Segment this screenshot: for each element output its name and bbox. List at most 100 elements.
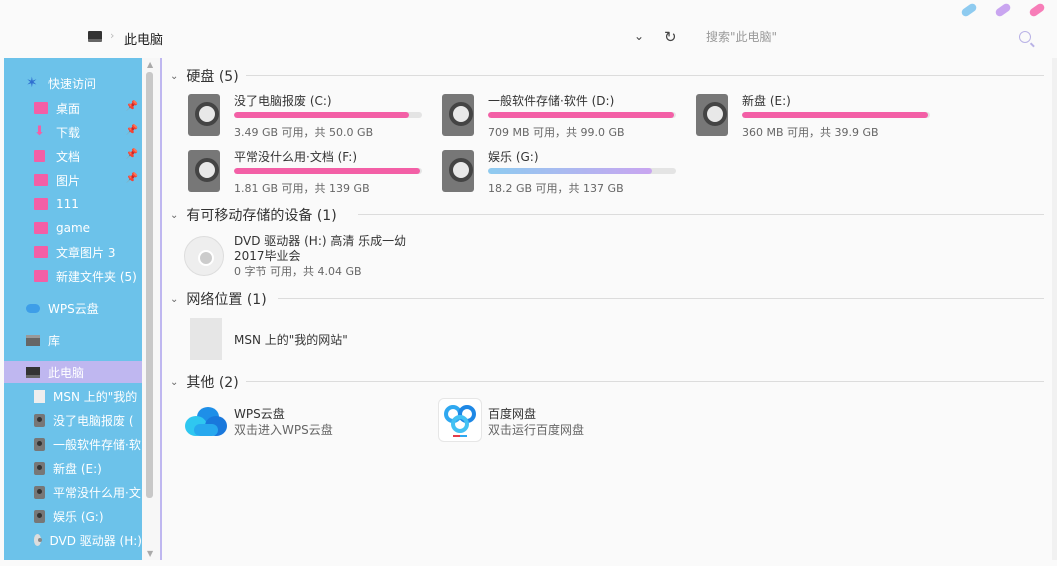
baidu-netdisk-name[interactable]: 百度网盘 [488, 405, 536, 422]
scrollbar-thumb[interactable] [146, 72, 153, 498]
drive-space-text: 709 MB 可用，共 99.0 GB [488, 126, 625, 139]
group-header-hard-disks[interactable]: ⌄ 硬盘 (5) [170, 66, 239, 86]
drive-tile-d[interactable]: 一般软件存储·软件 (D:) 709 MB 可用，共 99.0 GB [442, 92, 692, 142]
sidebar-scrollbar[interactable]: ▲ ▼ [142, 58, 160, 560]
sidebar-item-msn-site[interactable]: MSN 上的"我的 [4, 385, 142, 407]
drive-tile-e[interactable]: 新盘 (E:) 360 MB 可用，共 39.9 GB [696, 92, 946, 142]
chevron-down-icon: ⌄ [170, 209, 179, 221]
sidebar-item-drive-g[interactable]: 娱乐 (G:) [4, 505, 142, 527]
drive-name: 没了电脑报废 (C:) [234, 94, 332, 108]
sidebar-item-game[interactable]: game [4, 217, 142, 239]
sidebar-item-drive-e[interactable]: 新盘 (E:) [4, 457, 142, 479]
wps-cloud-icon[interactable] [184, 404, 228, 440]
sidebar-item-label: 新建文件夹 (5) [56, 269, 137, 284]
group-divider [278, 298, 1044, 299]
maximize-button[interactable] [994, 2, 1012, 18]
drive-name: 新盘 (E:) [742, 94, 791, 108]
sidebar-item-label: 快速访问 [48, 76, 97, 91]
drive-usage-bar [234, 112, 422, 118]
document-icon [34, 389, 45, 403]
drive-name: 娱乐 (G:) [488, 150, 539, 164]
pin-icon[interactable]: 📌 [126, 101, 138, 112]
sidebar-item-this-pc[interactable]: 此电脑 [4, 361, 142, 383]
sidebar-item-drive-c[interactable]: 没了电脑报废 ( [4, 409, 142, 431]
pin-icon[interactable]: 📌 [126, 149, 138, 160]
group-divider [246, 75, 1044, 76]
dvd-drive-icon[interactable] [184, 236, 224, 276]
sidebar-item-111[interactable]: 111 [4, 193, 142, 215]
window-controls [960, 2, 1046, 18]
search-icon[interactable] [1019, 31, 1031, 43]
group-title: 其他 (2) [186, 375, 239, 391]
sidebar-item-library[interactable]: 库 [4, 329, 142, 351]
document-icon [34, 150, 45, 162]
sidebar-item-drive-f[interactable]: 平常没什么用·文 [4, 481, 142, 503]
drive-space-text: 1.81 GB 可用，共 139 GB [234, 182, 370, 195]
sidebar-item-pictures[interactable]: 图片 📌 [4, 169, 142, 191]
sidebar-item-label: 下载 [56, 125, 81, 140]
sidebar-item-label: 文档 [56, 149, 81, 164]
close-button[interactable] [1028, 2, 1046, 18]
sidebar-item-documents[interactable]: 文档 📌 [4, 145, 142, 167]
sidebar-item-downloads[interactable]: ⬇ 下载 📌 [4, 121, 142, 143]
minimize-button[interactable] [960, 2, 978, 18]
computer-icon [88, 31, 102, 42]
sidebar-item-article-pictures[interactable]: 文章图片 3 [4, 241, 142, 263]
folder-icon [34, 102, 48, 114]
sidebar-item-label: 一般软件存储·软 [53, 437, 141, 452]
drive-space-text: 18.2 GB 可用，共 137 GB [488, 182, 624, 195]
sidebar-item-label: 此电脑 [48, 365, 85, 380]
sidebar-item-dvd-drive[interactable]: DVD 驱动器 (H:) [4, 529, 142, 551]
sidebar-item-wps-cloud[interactable]: WPS云盘 [4, 297, 142, 319]
pin-icon[interactable]: 📌 [126, 125, 138, 136]
network-location-label[interactable]: MSN 上的"我的网站" [234, 331, 348, 348]
scroll-up-icon[interactable]: ▲ [147, 60, 153, 69]
folder-icon [34, 270, 48, 282]
hard-drive-icon [696, 94, 728, 136]
content-scrollbar[interactable] [1052, 58, 1057, 560]
download-icon: ⬇ [34, 124, 45, 139]
pin-icon[interactable]: 📌 [126, 173, 138, 184]
folder-icon [34, 222, 48, 234]
drive-tile-c[interactable]: 没了电脑报废 (C:) 3.49 GB 可用，共 50.0 GB [188, 92, 438, 142]
group-title: 硬盘 (5) [186, 69, 239, 85]
search-input[interactable] [700, 24, 1040, 50]
scroll-down-icon[interactable]: ▼ [147, 549, 153, 558]
drive-usage-fill [488, 168, 652, 174]
chevron-down-icon: ⌄ [170, 70, 179, 82]
wps-cloud-name[interactable]: WPS云盘 [234, 405, 285, 422]
drive-usage-bar [488, 112, 676, 118]
computer-icon [26, 366, 40, 378]
hard-drive-icon [442, 94, 474, 136]
baidu-netdisk-icon[interactable] [438, 398, 482, 442]
group-header-other[interactable]: ⌄ 其他 (2) [170, 372, 239, 392]
drive-tile-f[interactable]: 平常没什么用·文档 (F:) 1.81 GB 可用，共 139 GB [188, 148, 438, 198]
sidebar-item-label: 平常没什么用·文 [53, 485, 141, 500]
title-bar: › 此电脑 ⌄ ↻ [0, 0, 1057, 58]
group-header-network[interactable]: ⌄ 网络位置 (1) [170, 289, 267, 309]
chevron-down-icon: ⌄ [170, 376, 179, 388]
refresh-icon[interactable]: ↻ [664, 28, 677, 46]
dvd-label-line2[interactable]: 2017毕业会 [234, 247, 301, 264]
breadcrumb-this-pc[interactable]: 此电脑 [124, 29, 163, 48]
address-dropdown-chevron-icon[interactable]: ⌄ [634, 29, 644, 43]
sidebar-item-drive-d[interactable]: 一般软件存储·软 [4, 433, 142, 455]
drive-icon [34, 485, 45, 499]
sidebar-item-label: game [56, 221, 91, 235]
picture-icon [34, 174, 48, 186]
drive-usage-bar [488, 168, 676, 174]
group-header-removable[interactable]: ⌄ 有可移动存储的设备 (1) [170, 205, 337, 225]
drive-usage-fill [742, 112, 929, 118]
sidebar-item-label: 娱乐 (G:) [53, 509, 104, 524]
group-divider [246, 381, 1044, 382]
library-icon [26, 334, 40, 346]
network-location-icon[interactable] [190, 318, 222, 360]
wps-cloud-desc: 双击进入WPS云盘 [234, 423, 333, 437]
sidebar-item-desktop[interactable]: 桌面 📌 [4, 97, 142, 119]
folder-icon [34, 198, 48, 210]
group-title: 有可移动存储的设备 (1) [186, 208, 337, 224]
drive-tile-g[interactable]: 娱乐 (G:) 18.2 GB 可用，共 137 GB [442, 148, 692, 198]
sidebar-item-quick-access[interactable]: ✶ 快速访问 [4, 72, 142, 94]
drive-space-text: 3.49 GB 可用，共 50.0 GB [234, 126, 374, 139]
sidebar-item-new-folder[interactable]: 新建文件夹 (5) [4, 265, 142, 287]
